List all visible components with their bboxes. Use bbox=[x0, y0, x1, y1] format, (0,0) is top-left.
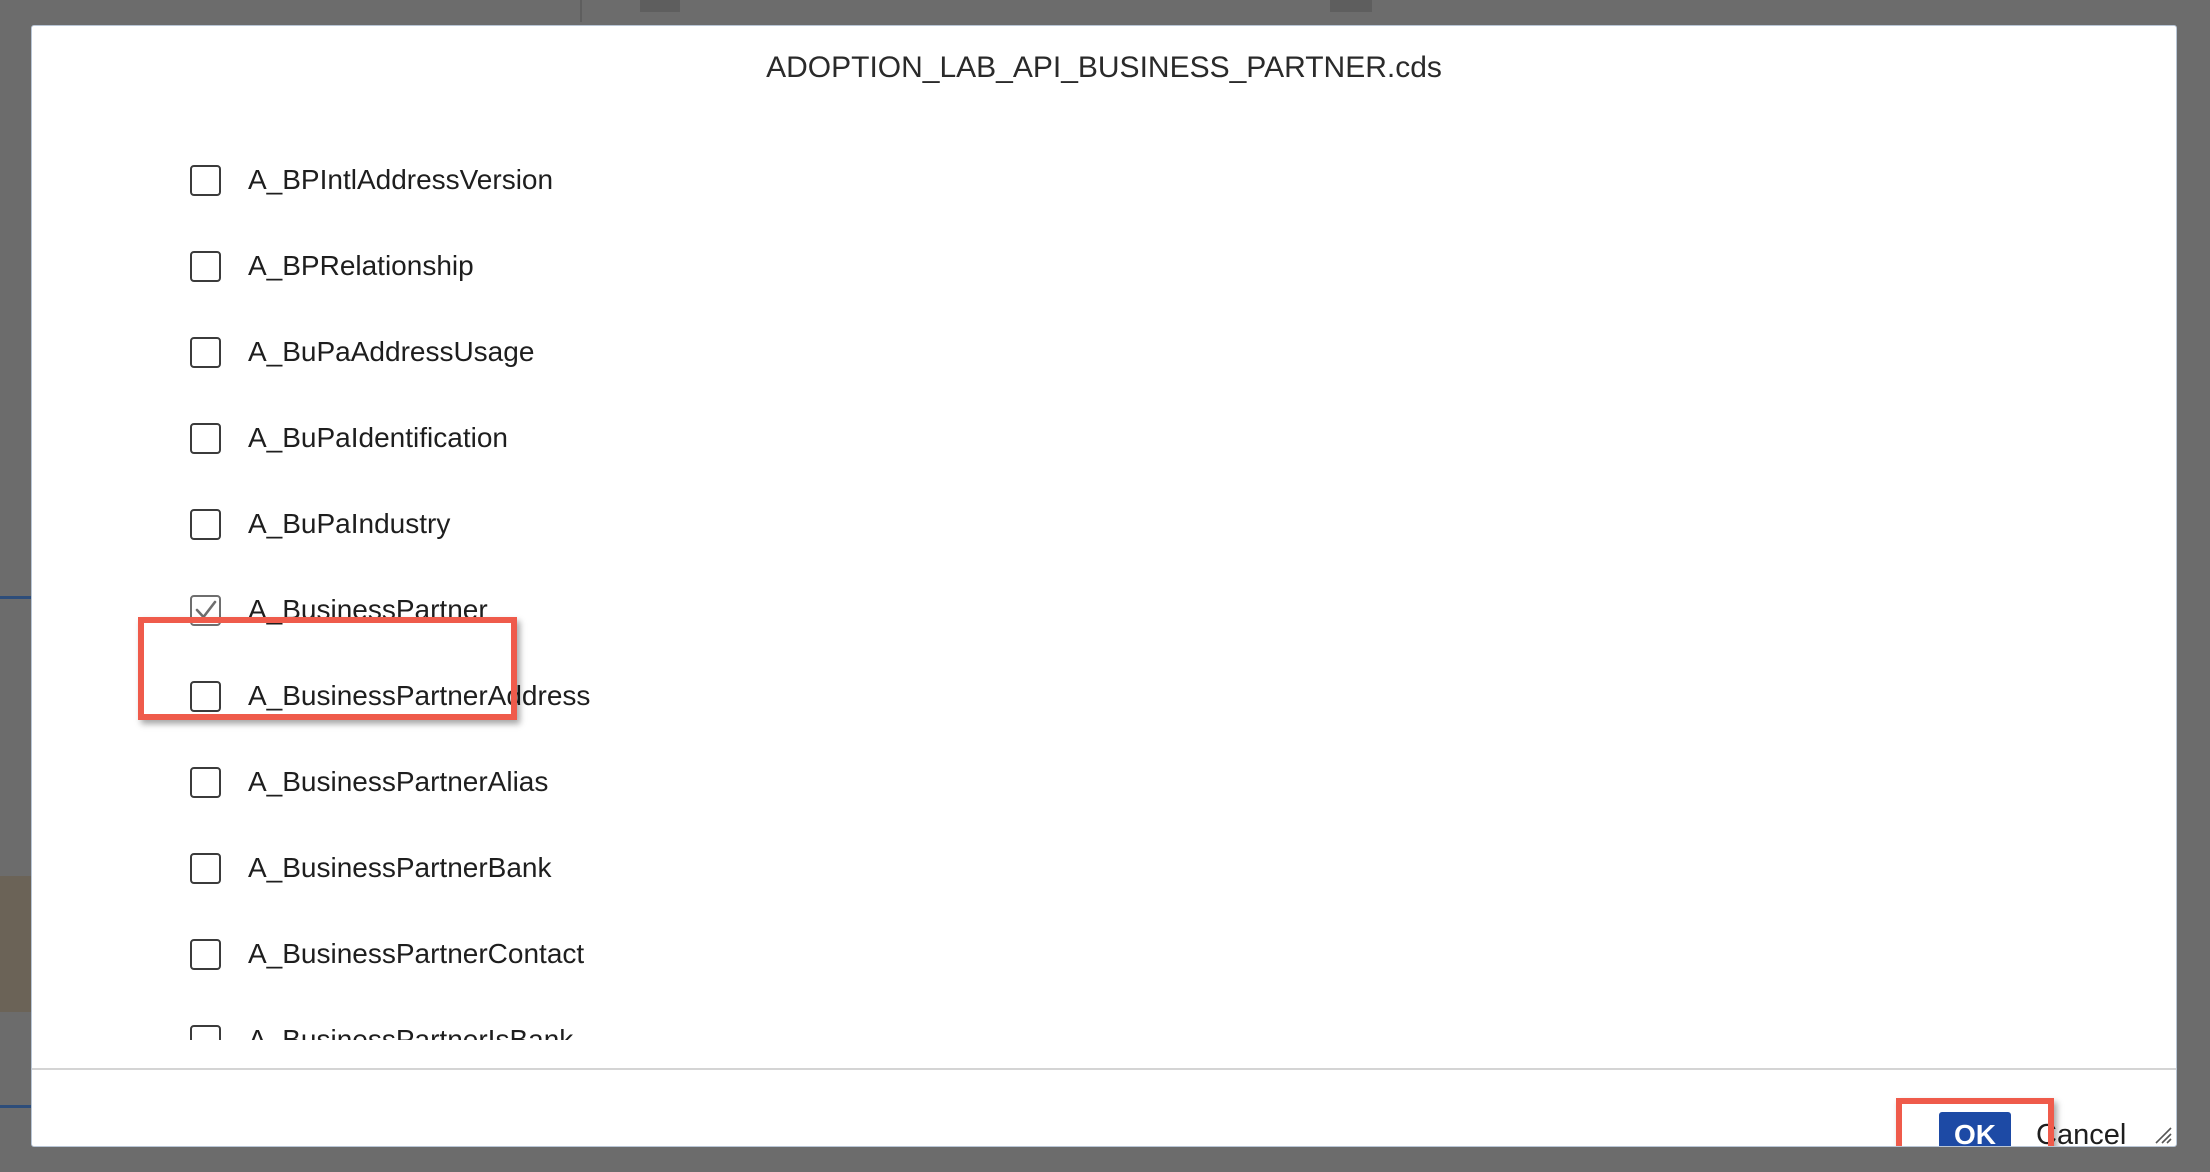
background-block bbox=[1330, 0, 1372, 12]
dialog-title: ADOPTION_LAB_API_BUSINESS_PARTNER.cds bbox=[766, 51, 1442, 84]
list-item-label: A_BuPaIndustry bbox=[248, 508, 451, 539]
list-item-label: A_BusinessPartnerAlias bbox=[248, 766, 549, 797]
checkbox[interactable] bbox=[190, 766, 221, 798]
select-entities-dialog: ADOPTION_LAB_API_BUSINESS_PARTNER.cds A_… bbox=[31, 25, 2177, 1147]
checkbox[interactable] bbox=[190, 1024, 221, 1040]
checkbox-checked[interactable] bbox=[190, 594, 221, 626]
list-item[interactable]: A_BusinessPartnerIsBank bbox=[190, 1010, 573, 1040]
resize-grip-icon[interactable] bbox=[2154, 1126, 2172, 1144]
list-item-label: A_BusinessPartnerContact bbox=[248, 938, 585, 969]
background-line bbox=[0, 1105, 31, 1108]
list-item[interactable]: A_BPIntlAddressVersion bbox=[190, 150, 553, 210]
checkbox[interactable] bbox=[190, 938, 221, 970]
checkbox[interactable] bbox=[190, 164, 221, 196]
ok-button[interactable]: OK bbox=[1939, 1112, 2011, 1146]
background-divider bbox=[580, 0, 582, 22]
list-item[interactable]: A_BPRelationship bbox=[190, 236, 474, 296]
background-line bbox=[0, 596, 31, 599]
dialog-footer: OK Cancel bbox=[32, 1068, 2176, 1146]
list-item-label: A_BusinessPartnerBank bbox=[248, 852, 552, 883]
entity-list[interactable]: A_BPIntlAddressVersion A_BPRelationship … bbox=[32, 110, 2176, 1040]
list-item[interactable]: A_BuPaAddressUsage bbox=[190, 322, 534, 382]
checkbox[interactable] bbox=[190, 250, 221, 282]
list-item-label: A_BPIntlAddressVersion bbox=[248, 164, 554, 195]
background-panel bbox=[0, 876, 31, 1012]
list-item[interactable]: A_BusinessPartnerAddress bbox=[190, 666, 590, 726]
checkbox[interactable] bbox=[190, 680, 221, 712]
cancel-button[interactable]: Cancel bbox=[2036, 1112, 2126, 1146]
checkmark-icon bbox=[195, 600, 216, 619]
list-item[interactable]: A_BuPaIndustry bbox=[190, 494, 450, 554]
list-item-label: A_BuPaAddressUsage bbox=[248, 336, 535, 367]
list-item[interactable]: A_BusinessPartnerAlias bbox=[190, 752, 548, 812]
list-item-selected[interactable]: A_BusinessPartner bbox=[190, 580, 488, 640]
list-item-label: A_BusinessPartnerIsBank bbox=[248, 1024, 574, 1040]
list-item[interactable]: A_BusinessPartnerBank bbox=[190, 838, 552, 898]
checkbox[interactable] bbox=[190, 852, 221, 884]
list-item-label: A_BusinessPartnerAddress bbox=[248, 680, 591, 711]
list-item[interactable]: A_BusinessPartnerContact bbox=[190, 924, 584, 984]
checkbox[interactable] bbox=[190, 336, 221, 368]
checkbox[interactable] bbox=[190, 422, 221, 454]
checkbox[interactable] bbox=[190, 508, 221, 540]
background-block bbox=[640, 0, 680, 12]
list-item[interactable]: A_BuPaIdentification bbox=[190, 408, 508, 468]
list-item-label: A_BusinessPartner bbox=[248, 594, 488, 625]
list-item-label: A_BuPaIdentification bbox=[248, 422, 508, 453]
list-item-label: A_BPRelationship bbox=[248, 250, 474, 281]
